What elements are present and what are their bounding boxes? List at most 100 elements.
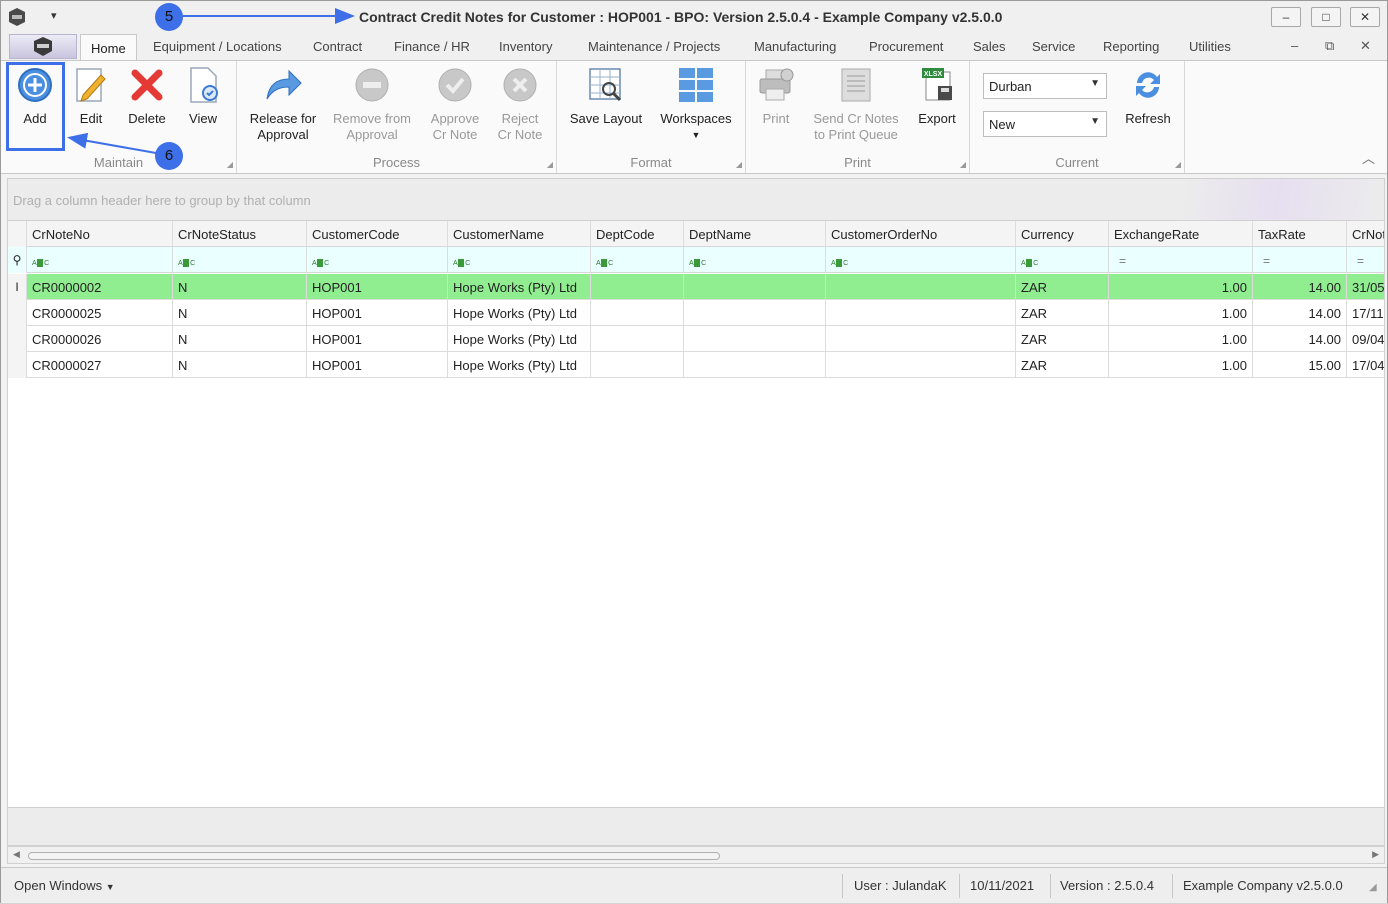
cell-currency[interactable]: ZAR xyxy=(1016,352,1109,378)
cell-exchangerate[interactable]: 1.00 xyxy=(1109,300,1253,326)
tab-finance-hr[interactable]: Finance / HR xyxy=(394,39,470,54)
app-logo-icon[interactable] xyxy=(7,7,27,27)
filter-customerorderno[interactable]: AC xyxy=(826,247,1016,273)
column-header-deptcode[interactable]: DeptCode xyxy=(591,221,684,247)
reject-cr-note-button[interactable]: Reject Cr Note xyxy=(491,65,549,143)
refresh-button[interactable]: Refresh xyxy=(1118,65,1178,127)
cell-deptcode[interactable] xyxy=(591,274,684,300)
cell-deptname[interactable] xyxy=(684,352,826,378)
cell-deptcode[interactable] xyxy=(591,352,684,378)
row-indicator[interactable] xyxy=(8,326,27,352)
cell-deptname[interactable] xyxy=(684,300,826,326)
tab-inventory[interactable]: Inventory xyxy=(499,39,552,54)
cell-customerorderno[interactable] xyxy=(826,326,1016,352)
table-row[interactable]: I CR0000002 N HOP001 Hope Works (Pty) Ltd ZAR… xyxy=(8,274,1384,300)
collapse-ribbon-icon[interactable]: ︿ xyxy=(1362,148,1375,167)
cell-deptname[interactable] xyxy=(684,326,826,352)
table-row[interactable]: CR0000025 N HOP001 Hope Works (Pty) Ltd ZAR 1… xyxy=(8,300,1384,326)
filter-customername[interactable]: AC xyxy=(448,247,591,273)
cell-customerorderno[interactable] xyxy=(826,352,1016,378)
cell-customercode[interactable]: HOP001 xyxy=(307,274,448,300)
column-header-taxrate[interactable]: TaxRate xyxy=(1253,221,1347,247)
cell-crnotestatus[interactable]: N xyxy=(173,300,307,326)
site-select[interactable]: Durban ▼ xyxy=(983,73,1107,99)
minimize-button[interactable]: – xyxy=(1271,7,1301,27)
status-select[interactable]: New ▼ xyxy=(983,111,1107,137)
cell-crnotedate[interactable]: 17/11 xyxy=(1347,300,1384,326)
row-indicator[interactable] xyxy=(8,352,27,378)
cell-crnotestatus[interactable]: N xyxy=(173,326,307,352)
cell-crnotedate[interactable]: 09/04 xyxy=(1347,326,1384,352)
maintain-launcher-icon[interactable]: ◢ xyxy=(227,160,233,169)
row-indicator[interactable] xyxy=(8,300,27,326)
cell-currency[interactable]: ZAR xyxy=(1016,300,1109,326)
table-row[interactable]: CR0000026 N HOP001 Hope Works (Pty) Ltd ZAR 1… xyxy=(8,326,1384,352)
cell-customercode[interactable]: HOP001 xyxy=(307,326,448,352)
filter-exchangerate[interactable]: = xyxy=(1109,247,1253,273)
save-layout-button[interactable]: Save Layout xyxy=(565,65,647,127)
cell-customername[interactable]: Hope Works (Pty) Ltd xyxy=(448,274,591,300)
cell-crnoteno[interactable]: CR0000002 xyxy=(27,274,173,300)
view-button[interactable]: View xyxy=(181,65,225,127)
cell-deptname[interactable] xyxy=(684,274,826,300)
cell-taxrate[interactable]: 14.00 xyxy=(1253,274,1347,300)
cell-crnoteno[interactable]: CR0000025 xyxy=(27,300,173,326)
delete-button[interactable]: Delete xyxy=(121,65,173,127)
cell-customerorderno[interactable] xyxy=(826,300,1016,326)
cell-customername[interactable]: Hope Works (Pty) Ltd xyxy=(448,300,591,326)
filter-crnotestatus[interactable]: AC xyxy=(173,247,307,273)
workspaces-button[interactable]: Workspaces ▼ xyxy=(655,65,737,143)
cell-exchangerate[interactable]: 1.00 xyxy=(1109,352,1253,378)
file-menu-button[interactable] xyxy=(9,34,77,59)
mdi-minimize-icon[interactable]: – xyxy=(1291,38,1298,53)
mdi-close-icon[interactable]: ✕ xyxy=(1360,38,1371,54)
resize-grip-icon[interactable]: ◢ xyxy=(1369,882,1377,893)
group-by-panel[interactable]: Drag a column header here to group by th… xyxy=(7,178,1385,220)
cell-customername[interactable]: Hope Works (Pty) Ltd xyxy=(448,326,591,352)
filter-crnoteno[interactable]: AC xyxy=(27,247,173,273)
column-header-exchangerate[interactable]: ExchangeRate xyxy=(1109,221,1253,247)
column-header-crnoteno[interactable]: CrNoteNo xyxy=(27,221,173,247)
cell-crnotedate[interactable]: 17/04 xyxy=(1347,352,1384,378)
cell-currency[interactable]: ZAR xyxy=(1016,274,1109,300)
table-row[interactable]: CR0000027 N HOP001 Hope Works (Pty) Ltd ZAR 1… xyxy=(8,352,1384,378)
column-header-crnotedate[interactable]: CrNot xyxy=(1347,221,1384,247)
tab-service[interactable]: Service xyxy=(1032,39,1075,54)
scrollbar-thumb[interactable] xyxy=(28,852,720,860)
remove-from-approval-button[interactable]: Remove from Approval xyxy=(329,65,415,143)
column-header-currency[interactable]: Currency xyxy=(1016,221,1109,247)
column-header-customerorderno[interactable]: CustomerOrderNo xyxy=(826,221,1016,247)
edit-button[interactable]: Edit xyxy=(69,65,113,127)
cell-taxrate[interactable]: 14.00 xyxy=(1253,300,1347,326)
cell-taxrate[interactable]: 15.00 xyxy=(1253,352,1347,378)
cell-deptcode[interactable] xyxy=(591,326,684,352)
open-windows-button[interactable]: Open Windows ▼ xyxy=(14,878,115,893)
cell-exchangerate[interactable]: 1.00 xyxy=(1109,326,1253,352)
tab-contract[interactable]: Contract xyxy=(313,39,362,54)
quick-access-dropdown-icon[interactable]: ▾ xyxy=(51,9,57,22)
cell-crnotestatus[interactable]: N xyxy=(173,274,307,300)
scroll-left-icon[interactable]: ◀ xyxy=(13,849,20,860)
export-button[interactable]: XLSX Export xyxy=(912,65,962,127)
cell-currency[interactable]: ZAR xyxy=(1016,326,1109,352)
close-button[interactable]: ✕ xyxy=(1350,7,1380,27)
send-to-print-queue-button[interactable]: Send Cr Notes to Print Queue xyxy=(806,65,906,143)
process-launcher-icon[interactable]: ◢ xyxy=(547,160,553,169)
column-header-customercode[interactable]: CustomerCode xyxy=(307,221,448,247)
approve-cr-note-button[interactable]: Approve Cr Note xyxy=(423,65,487,143)
cell-deptcode[interactable] xyxy=(591,300,684,326)
print-button[interactable]: Print xyxy=(754,65,798,127)
cell-crnoteno[interactable]: CR0000026 xyxy=(27,326,173,352)
row-indicator[interactable]: I xyxy=(8,274,27,300)
release-for-approval-button[interactable]: Release for Approval xyxy=(245,65,321,143)
cell-customername[interactable]: Hope Works (Pty) Ltd xyxy=(448,352,591,378)
current-launcher-icon[interactable]: ◢ xyxy=(1175,160,1181,169)
cell-customercode[interactable]: HOP001 xyxy=(307,300,448,326)
tab-procurement[interactable]: Procurement xyxy=(869,39,943,54)
cell-crnotedate[interactable]: 31/05 xyxy=(1347,274,1384,300)
tab-maintenance-projects[interactable]: Maintenance / Projects xyxy=(588,39,720,54)
filter-customercode[interactable]: AC xyxy=(307,247,448,273)
tab-reporting[interactable]: Reporting xyxy=(1103,39,1159,54)
column-header-deptname[interactable]: DeptName xyxy=(684,221,826,247)
cell-exchangerate[interactable]: 1.00 xyxy=(1109,274,1253,300)
